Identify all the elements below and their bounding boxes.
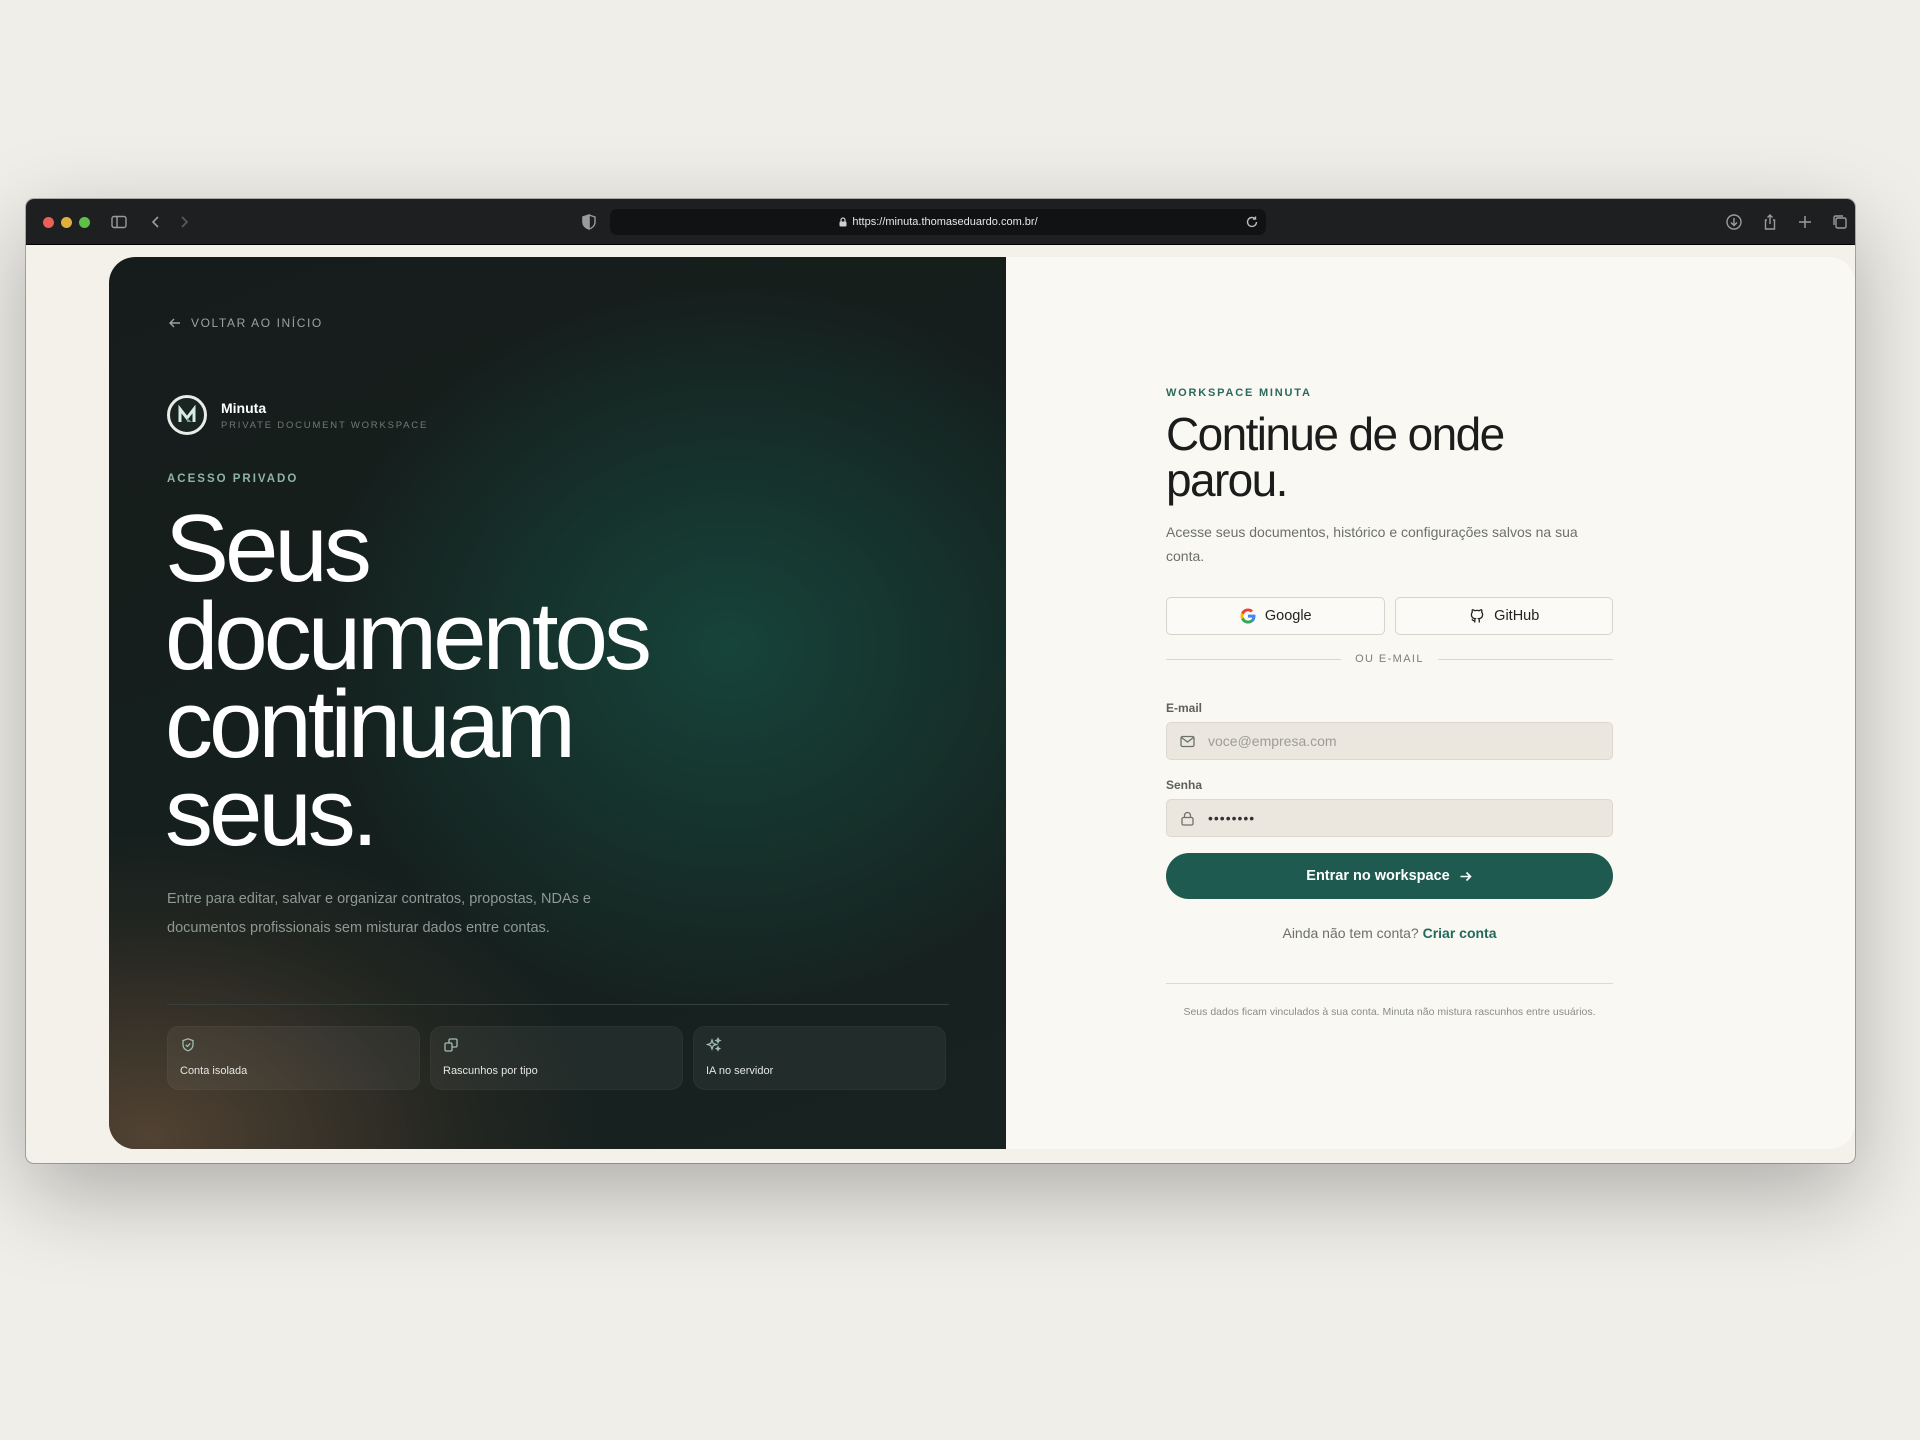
reload-icon[interactable]	[1244, 214, 1260, 230]
hero-eyebrow: ACESSO PRIVADO	[167, 473, 299, 485]
signup-row: Ainda não tem conta? Criar conta	[1166, 925, 1613, 941]
hero-panel: VOLTAR AO INÍCIO Minuta PRIVATE DOCUMENT…	[109, 257, 1006, 1149]
form-title: Continue de onde parou.	[1166, 408, 1505, 506]
or-divider: OU E-MAIL	[1166, 653, 1613, 665]
share-icon[interactable]	[1760, 212, 1780, 232]
arrow-left-icon	[169, 318, 180, 328]
new-tab-icon[interactable]	[1795, 212, 1815, 232]
headline-line: continuam	[165, 671, 576, 778]
arrow-right-icon	[1460, 871, 1472, 881]
google-login-button[interactable]: Google	[1166, 597, 1385, 635]
tab-overview-icon[interactable]	[1830, 212, 1850, 232]
url-text: https://minuta.thomaseduardo.com.br/	[852, 216, 1038, 228]
feature-label: Rascunhos por tipo	[443, 1065, 538, 1077]
github-login-button[interactable]: GitHub	[1394, 597, 1613, 635]
oauth-buttons: Google GitHub	[1166, 597, 1613, 635]
feature-card-isolated-account: Conta isolada	[167, 1026, 420, 1090]
email-label: E-mail	[1166, 701, 1203, 715]
password-label: Senha	[1166, 778, 1203, 792]
sign-in-label: Entrar no workspace	[1306, 868, 1450, 884]
hero-headline: Seus documentos continuam seus.	[165, 495, 885, 866]
copy-icon	[443, 1037, 459, 1053]
signup-prompt: Ainda não tem conta?	[1282, 925, 1419, 941]
minuta-logo-icon	[167, 395, 207, 435]
footer-divider	[1166, 983, 1613, 984]
privacy-footnote: Seus dados ficam vinculados à sua conta.…	[1183, 1006, 1596, 1018]
github-login-label: GitHub	[1494, 608, 1540, 624]
login-card: VOLTAR AO INÍCIO Minuta PRIVATE DOCUMENT…	[109, 257, 1855, 1149]
headline-line: Seus	[165, 495, 372, 602]
feature-card-server-ai: IA no servidor	[693, 1026, 946, 1090]
feature-card-drafts-by-type: Rascunhos por tipo	[430, 1026, 683, 1090]
google-icon	[1240, 608, 1256, 624]
sidebar-toggle-icon[interactable]	[109, 212, 129, 232]
login-panel: WORKSPACE MINUTA Continue de onde parou.…	[1006, 257, 1855, 1149]
sign-in-button[interactable]: Entrar no workspace	[1166, 853, 1613, 899]
shield-check-icon	[180, 1037, 196, 1053]
lock-icon	[1181, 811, 1194, 826]
feature-label: Conta isolada	[180, 1065, 248, 1077]
brand-name: Minuta	[221, 399, 267, 416]
or-divider-label: OU E-MAIL	[1355, 653, 1424, 665]
hero-divider	[167, 1004, 949, 1005]
password-field[interactable]	[1166, 799, 1613, 837]
feature-list: Conta isolada Rascunhos por tipo IA no s…	[167, 1026, 946, 1090]
password-input[interactable]	[1208, 810, 1588, 826]
form-eyebrow: WORKSPACE MINUTA	[1166, 387, 1312, 399]
google-login-label: Google	[1264, 608, 1312, 624]
email-field[interactable]	[1166, 722, 1613, 760]
github-icon	[1470, 609, 1484, 623]
browser-window: https://minuta.thomaseduardo.com.br/ VOL…	[26, 199, 1855, 1163]
feature-label: IA no servidor	[706, 1065, 774, 1077]
email-input[interactable]	[1208, 733, 1588, 749]
headline-line: seus.	[165, 759, 378, 866]
privacy-shield-icon[interactable]	[579, 212, 599, 232]
zoom-window-button[interactable]	[79, 217, 90, 228]
close-window-button[interactable]	[43, 217, 54, 228]
form-subtitle: Acesse seus documentos, histórico e conf…	[1166, 524, 1578, 564]
back-link-label: VOLTAR AO INÍCIO	[191, 316, 323, 330]
headline-line: documentos	[165, 583, 652, 690]
hero-description: Entre para editar, salvar e organizar co…	[167, 891, 591, 936]
brand-tagline: PRIVATE DOCUMENT WORKSPACE	[221, 419, 429, 431]
forward-icon[interactable]	[174, 212, 194, 232]
back-icon[interactable]	[146, 212, 166, 232]
mail-icon	[1180, 735, 1195, 747]
browser-toolbar: https://minuta.thomaseduardo.com.br/	[26, 199, 1855, 245]
minimize-window-button[interactable]	[61, 217, 72, 228]
brand: Minuta PRIVATE DOCUMENT WORKSPACE	[167, 395, 428, 435]
address-bar[interactable]: https://minuta.thomaseduardo.com.br/	[610, 209, 1266, 235]
back-to-home-link[interactable]: VOLTAR AO INÍCIO	[167, 315, 323, 331]
sparkles-icon	[705, 1036, 722, 1053]
lock-icon	[839, 217, 847, 227]
create-account-link[interactable]: Criar conta	[1423, 925, 1497, 941]
download-icon[interactable]	[1724, 212, 1744, 232]
